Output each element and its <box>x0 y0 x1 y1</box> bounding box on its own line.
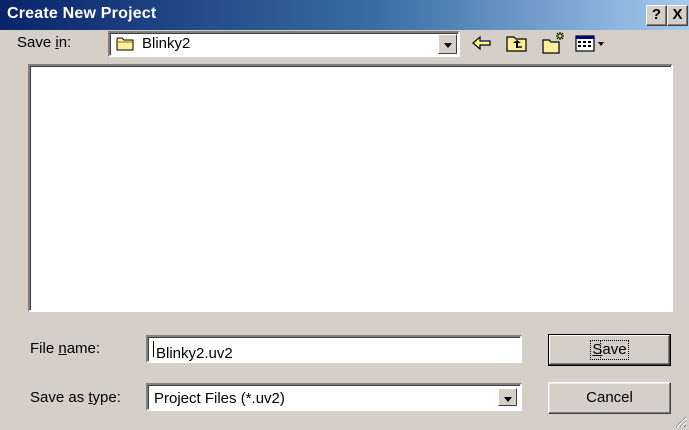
save-in-dropdown[interactable]: Blinky2 <box>108 31 460 57</box>
save-as-type-label: Save as type: <box>30 389 121 406</box>
help-button[interactable]: ? <box>646 5 667 26</box>
save-as-type-value: Project Files (*.uv2) <box>154 390 285 407</box>
file-name-value: Blinky2.uv2 <box>152 341 233 362</box>
cancel-button[interactable]: Cancel <box>548 382 671 414</box>
close-button[interactable]: X <box>667 5 688 26</box>
file-list[interactable] <box>28 64 673 312</box>
folder-icon <box>116 37 134 51</box>
save-in-value: Blinky2 <box>142 35 191 52</box>
file-name-input[interactable]: Blinky2.uv2 <box>146 335 522 363</box>
up-folder-icon[interactable] <box>505 31 529 55</box>
view-menu-icon[interactable] <box>574 31 608 55</box>
back-arrow-icon[interactable] <box>470 31 494 55</box>
file-name-label: File name: <box>30 340 101 357</box>
save-in-dropdown-arrow[interactable] <box>438 34 457 54</box>
save-in-label: Save in: <box>17 34 72 51</box>
save-button[interactable]: Save <box>548 334 671 366</box>
new-folder-icon[interactable] <box>541 31 565 55</box>
window-title: Create New Project <box>7 5 157 22</box>
save-as-type-dropdown[interactable]: Project Files (*.uv2) <box>146 383 522 411</box>
resize-grip-icon[interactable] <box>675 416 687 428</box>
save-as-type-dropdown-arrow[interactable] <box>498 388 517 406</box>
title-bar: Create New Project ? X <box>0 0 689 30</box>
